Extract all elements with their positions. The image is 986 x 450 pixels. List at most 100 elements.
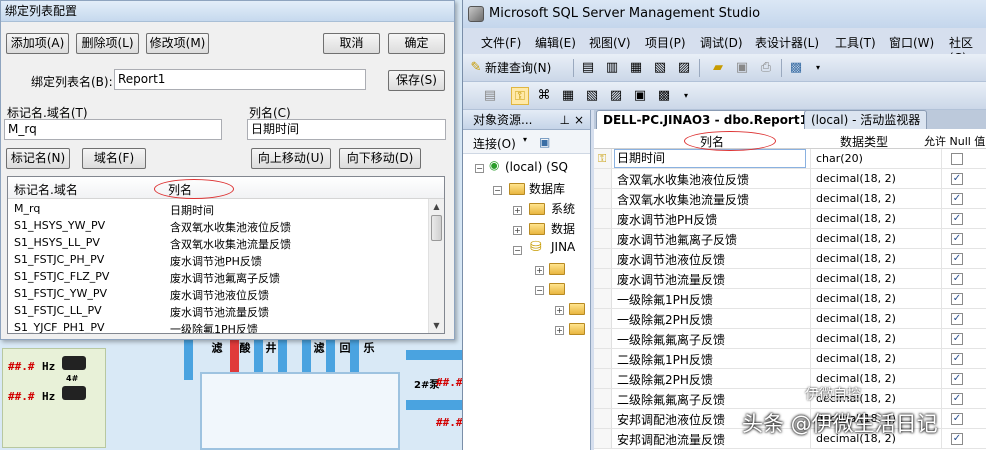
analysis-query-icon[interactable]: ▥ [603, 59, 621, 77]
allow-null-checkbox[interactable]: ✓ [951, 433, 963, 445]
table-row[interactable]: ⚿ 日期时间 char(20) [594, 149, 986, 169]
menu-edit[interactable]: 编辑(E) [535, 34, 576, 51]
menu-window[interactable]: 窗口(W) [889, 34, 934, 51]
list-item[interactable]: S1_FSTJC_FLZ_PV 废水调节池氟离子反馈 [8, 269, 428, 286]
row-header[interactable] [594, 429, 612, 448]
list-scrollbar[interactable]: ▲ ▼ [428, 199, 444, 333]
row-header[interactable] [594, 409, 612, 428]
row-header[interactable] [594, 249, 612, 268]
scroll-thumb[interactable] [431, 215, 442, 241]
cell-column-name[interactable]: 含双氧水收集池流量反馈 [617, 191, 749, 208]
binding-list[interactable]: 标记名.域名 列名 M_rq 日期时间 S1_HSYS_YW_PV 含双氧水收集池液位… [7, 176, 445, 334]
cell-column-name[interactable]: 废水调节池流量反馈 [617, 271, 725, 288]
expand-icon[interactable]: + [513, 206, 522, 215]
row-header[interactable] [594, 269, 612, 288]
cell-column-name[interactable]: 废水调节池氟离子反馈 [617, 231, 737, 248]
row-header[interactable] [594, 229, 612, 248]
table-row[interactable]: 一级除氟1PH反馈 decimal(18, 2) ✓ [594, 289, 986, 309]
modify-item-button[interactable]: 修改项(M) [146, 33, 209, 54]
list-item[interactable]: S1_FSTJC_PH_PV 废水调节池PH反馈 [8, 252, 428, 269]
collapse-icon[interactable]: − [475, 164, 484, 173]
table-row[interactable]: 含双氧水收集池流量反馈 decimal(18, 2) ✓ [594, 189, 986, 209]
toolbar-overflow-icon[interactable]: ▾ [677, 87, 695, 105]
connect-dropdown-icon[interactable]: ▾ [523, 135, 527, 144]
cell-column-name[interactable]: 二级除氟2PH反馈 [617, 371, 713, 388]
allow-null-checkbox[interactable]: ✓ [951, 293, 963, 305]
list-item[interactable]: S1_YJCF_PH1_PV 一级除氟1PH反馈 [8, 320, 428, 333]
table-row[interactable]: 含双氧水收集池液位反馈 decimal(18, 2) ✓ [594, 169, 986, 189]
collapse-icon[interactable]: − [513, 246, 522, 255]
close-icon[interactable]: × [574, 110, 584, 130]
allow-null-checkbox[interactable]: ✓ [951, 413, 963, 425]
cell-data-type[interactable]: char(20) [816, 152, 863, 165]
table-row[interactable]: 废水调节池液位反馈 decimal(18, 2) ✓ [594, 249, 986, 269]
tab-activity-monitor[interactable]: (local) - 活动监视器 [804, 110, 928, 129]
add-item-button[interactable]: 添加项(A) [6, 33, 69, 54]
scroll-up-icon[interactable]: ▲ [431, 201, 442, 212]
check-constraints-icon[interactable]: ▣ [631, 87, 649, 105]
tree-database-snapshots[interactable]: 数据 [551, 220, 575, 237]
cell-data-type[interactable]: decimal(18, 2) [816, 292, 896, 305]
relationships-icon[interactable]: ⌘ [535, 87, 553, 105]
row-header[interactable] [594, 309, 612, 328]
tree-system-databases[interactable]: 系统 [551, 200, 575, 217]
allow-null-checkbox[interactable]: ✓ [951, 233, 963, 245]
allow-null-checkbox[interactable] [951, 153, 963, 165]
cell-column-name[interactable]: 一级除氟1PH反馈 [617, 291, 713, 308]
menu-debug[interactable]: 调试(D) [700, 34, 743, 51]
table-row[interactable]: 废水调节池PH反馈 decimal(18, 2) ✓ [594, 209, 986, 229]
xmla-query-icon[interactable]: ▧ [651, 59, 669, 77]
xml-index-icon[interactable]: ▨ [607, 87, 625, 105]
mdx-query-icon[interactable]: ▦ [627, 59, 645, 77]
cell-column-name[interactable]: 废水调节池液位反馈 [617, 251, 725, 268]
expand-icon[interactable]: + [535, 266, 544, 275]
table-row[interactable]: 二级除氟1PH反馈 decimal(18, 2) ✓ [594, 349, 986, 369]
ok-button[interactable]: 确定 [388, 33, 445, 54]
cell-column-name[interactable]: 日期时间 [614, 149, 806, 168]
allow-null-checkbox[interactable]: ✓ [951, 313, 963, 325]
database-query-icon[interactable]: ▤ [579, 59, 597, 77]
save-button[interactable]: 保存(S) [388, 70, 445, 91]
generate-script-icon[interactable]: ▤ [481, 87, 499, 105]
menu-file[interactable]: 文件(F) [481, 34, 521, 51]
list-item[interactable]: S1_HSYS_YW_PV 含双氧水收集池液位反馈 [8, 218, 428, 235]
scroll-down-icon[interactable]: ▼ [431, 320, 442, 331]
collapse-icon[interactable]: − [535, 286, 544, 295]
list-item[interactable]: S1_FSTJC_YW_PV 废水调节池液位反馈 [8, 286, 428, 303]
table-row[interactable]: 二级除氟氟离子反馈 decimal(18, 2) ✓ [594, 389, 986, 409]
new-query-icon[interactable]: ✎ [467, 59, 485, 77]
table-row[interactable]: 一级除氟氟离子反馈 decimal(18, 2) ✓ [594, 329, 986, 349]
table-row[interactable]: 二级除氟2PH反馈 decimal(18, 2) ✓ [594, 369, 986, 389]
connect-object-explorer-icon[interactable]: ▣ [539, 135, 550, 149]
delete-item-button[interactable]: 删除项(L) [76, 33, 139, 54]
cell-column-name[interactable]: 一级除氟2PH反馈 [617, 311, 713, 328]
allow-null-checkbox[interactable]: ✓ [951, 253, 963, 265]
tree-jinao-database[interactable]: JINA [551, 240, 575, 254]
spatial-index-icon[interactable]: ▩ [655, 87, 673, 105]
cell-data-type[interactable]: decimal(18, 2) [816, 192, 896, 205]
row-header[interactable] [594, 169, 612, 188]
fulltext-icon[interactable]: ▧ [583, 87, 601, 105]
allow-null-checkbox[interactable]: ✓ [951, 273, 963, 285]
allow-null-checkbox[interactable]: ✓ [951, 373, 963, 385]
row-header[interactable] [594, 189, 612, 208]
cell-column-name[interactable]: 含双氧水收集池液位反馈 [617, 171, 749, 188]
new-query-button[interactable]: 新建查询(N) [485, 59, 551, 76]
indexes-icon[interactable]: ▦ [559, 87, 577, 105]
cell-data-type[interactable]: decimal(18, 2) [816, 212, 896, 225]
row-header[interactable]: ⚿ [594, 149, 612, 168]
cell-data-type[interactable]: decimal(18, 2) [816, 232, 896, 245]
column-name-field[interactable]: 日期时间 [247, 119, 446, 140]
collapse-icon[interactable]: − [493, 186, 502, 195]
row-header[interactable] [594, 289, 612, 308]
row-header[interactable] [594, 389, 612, 408]
move-up-button[interactable]: 向上移动(U) [251, 148, 331, 169]
list-item[interactable]: S1_FSTJC_LL_PV 废水调节池流量反馈 [8, 303, 428, 320]
move-down-button[interactable]: 向下移动(D) [339, 148, 421, 169]
cell-column-name[interactable]: 二级除氟氟离子反馈 [617, 391, 725, 408]
cell-column-name[interactable]: 安邦调配池液位反馈 [617, 411, 725, 428]
table-row[interactable]: 废水调节池流量反馈 decimal(18, 2) ✓ [594, 269, 986, 289]
menu-project[interactable]: 项目(P) [645, 34, 686, 51]
cell-column-name[interactable]: 废水调节池PH反馈 [617, 211, 717, 228]
tab-report1-design[interactable]: DELL-PC.JINAO3 - dbo.Report1 [596, 110, 815, 129]
